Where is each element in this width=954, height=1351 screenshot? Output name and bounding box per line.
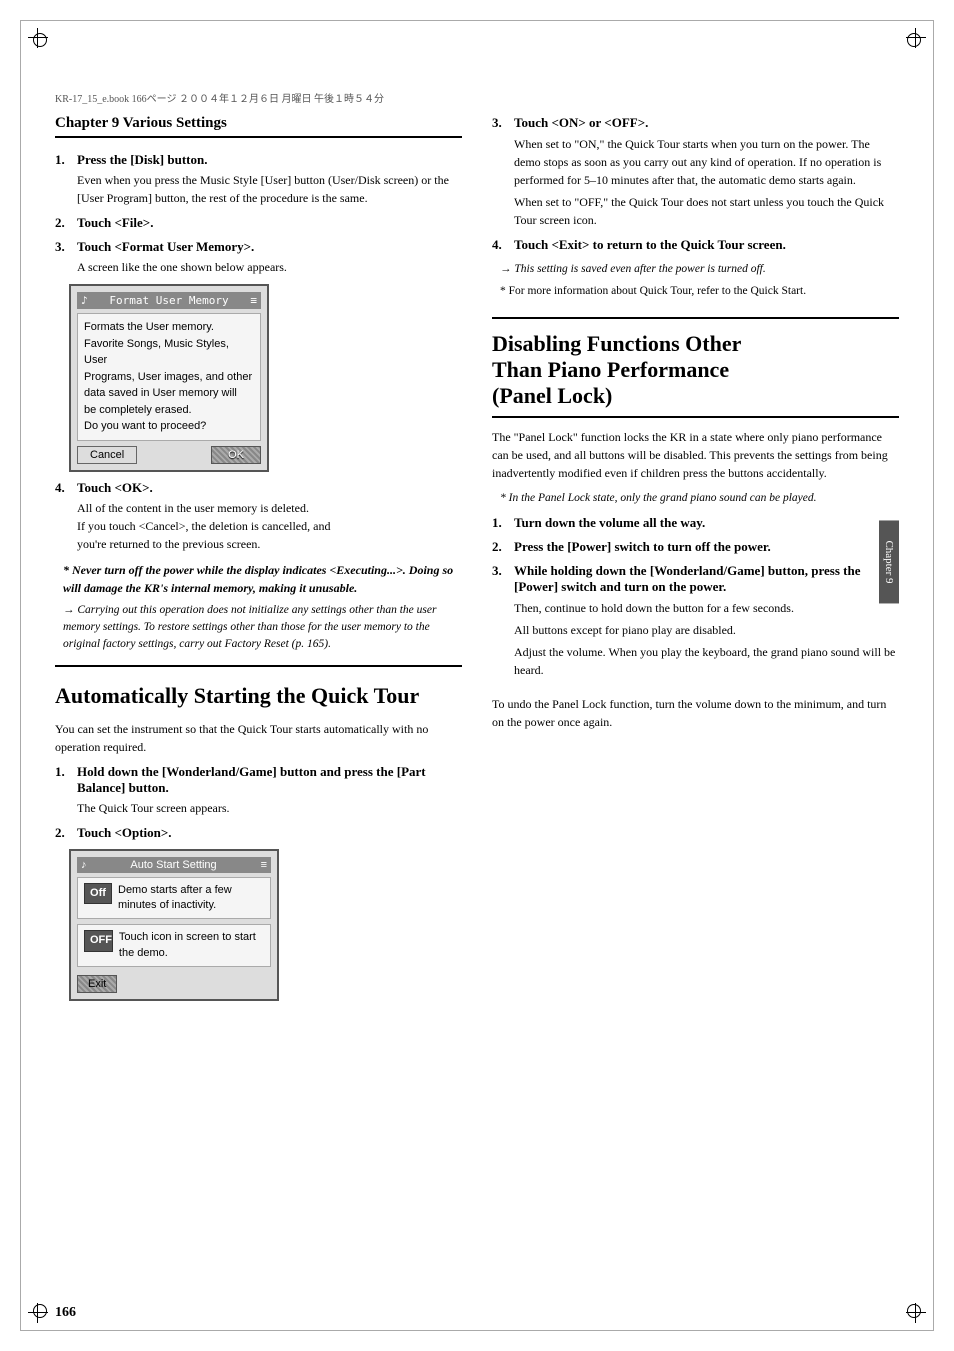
r-step-4-label: Touch <Exit> to return to the Quick Tour… [514, 237, 786, 252]
step-1-body: Even when you press the Music Style [Use… [77, 171, 462, 207]
screen2-row2-text: Touch icon in screen to start the demo. [119, 930, 264, 961]
r-step-3-body1: When set to "ON," the Quick Tour starts … [514, 135, 899, 189]
step-2-content: Touch <File>. [77, 215, 462, 231]
r-step-pl2-num: 2. [492, 539, 510, 555]
r-step-4: 4. Touch <Exit> to return to the Quick T… [492, 237, 899, 253]
r-step-4-num: 4. [492, 237, 510, 253]
step-3-content: Touch <Format User Memory>. A screen lik… [77, 239, 462, 276]
exit-button[interactable]: Exit [77, 975, 117, 993]
step-1: 1. Press the [Disk] button. Even when yo… [55, 152, 462, 207]
screen-mockup-1: ♪ Format User Memory ≡ Formats the User … [69, 284, 269, 472]
step-2: 2. Touch <File>. [55, 215, 462, 231]
step-3: 3. Touch <Format User Memory>. A screen … [55, 239, 462, 276]
screen-title-bar-1: ♪ Format User Memory ≡ [77, 292, 261, 309]
cancel-button[interactable]: Cancel [77, 446, 137, 464]
step-4: 4. Touch <OK>. All of the content in the… [55, 480, 462, 553]
r-step-4-content: Touch <Exit> to return to the Quick Tour… [514, 237, 899, 253]
screen-mockup-2: ♪ Auto Start Setting ≡ Off Demo starts a… [69, 849, 279, 1002]
note-bold: Never turn off the power while the displ… [63, 561, 462, 597]
panel-lock-note: In the Panel Lock state, only the grand … [500, 490, 899, 507]
step-b2: 2. Touch <Option>. [55, 825, 462, 841]
step-4-num: 4. [55, 480, 73, 553]
r-step-pl2-content: Press the [Power] switch to turn off the… [514, 539, 899, 555]
r-note-arrow: This setting is saved even after the pow… [500, 261, 899, 278]
r-step-pl1-label: Turn down the volume all the way. [514, 515, 705, 530]
step-3-body: A screen like the one shown below appear… [77, 258, 462, 276]
note-arrow-left: Carrying out this operation does not ini… [63, 602, 462, 654]
r-step-pl2-label: Press the [Power] switch to turn off the… [514, 539, 771, 554]
panel-lock-intro: The "Panel Lock" function locks the KR i… [492, 428, 899, 482]
step-b1-num: 1. [55, 764, 73, 817]
r-step-pl3-content: While holding down the [Wonderland/Game]… [514, 563, 899, 679]
left-column: Chapter 9 Various Settings 1. Press the … [55, 115, 462, 1009]
step-1-content: Press the [Disk] button. Even when you p… [77, 152, 462, 207]
chapter-heading: Chapter 9 Various Settings [55, 115, 462, 138]
screen2-row1-text: Demo starts after a few minutes of inact… [118, 883, 264, 914]
screen-1-icon-right: ≡ [250, 294, 257, 307]
step-2-num: 2. [55, 215, 73, 231]
columns: Chapter 9 Various Settings 1. Press the … [55, 115, 899, 1009]
page-number: 166 [55, 1305, 76, 1321]
screen-2-title: Auto Start Setting [130, 859, 216, 871]
file-header: KR-17_15_e.book 166ページ ２００４年１２月６日 月曜日 午後… [55, 90, 899, 105]
r-note-star: For more information about Quick Tour, r… [500, 283, 899, 300]
r-step-pl3-body1: Then, continue to hold down the button f… [514, 599, 899, 617]
step-b2-num: 2. [55, 825, 73, 841]
r-step-3-content: Touch <ON> or <OFF>. When set to "ON," t… [514, 115, 899, 229]
r-step-3-body2: When set to "OFF," the Quick Tour does n… [514, 193, 899, 229]
r-step-pl3-body2: All buttons except for piano play are di… [514, 621, 899, 639]
chapter-tab: Chapter 9 [879, 521, 899, 604]
step-b1-label: Hold down the [Wonderland/Game] button a… [77, 764, 426, 795]
screen2-row-2: OFF Touch icon in screen to start the de… [77, 924, 271, 967]
r-step-pl3: 3. While holding down the [Wonderland/Ga… [492, 563, 899, 679]
auto-start-section-title: Automatically Starting the Quick Tour [55, 683, 462, 709]
r-step-pl2: 2. Press the [Power] switch to turn off … [492, 539, 899, 555]
r-step-pl1: 1. Turn down the volume all the way. [492, 515, 899, 531]
step-b2-content: Touch <Option>. [77, 825, 462, 841]
screen-2-icon-right: ≡ [261, 859, 267, 871]
screen2-row-1: Off Demo starts after a few minutes of i… [77, 877, 271, 920]
section-divider-2 [492, 317, 899, 319]
r-step-pl1-num: 1. [492, 515, 510, 531]
right-column: Chapter 9 3. Touch <ON> or <OFF>. When s… [492, 115, 899, 1009]
step-4-content: Touch <OK>. All of the content in the us… [77, 480, 462, 553]
ok-button[interactable]: OK [211, 446, 261, 464]
step-2-label: Touch <File>. [77, 215, 153, 230]
screen-1-body-text: Formats the User memory.Favorite Songs, … [84, 319, 254, 435]
screen-1-icon-left: ♪ [81, 294, 88, 307]
screen-title-bar-2: ♪ Auto Start Setting ≡ [77, 857, 271, 873]
section-divider-1 [55, 665, 462, 667]
auto-start-intro: You can set the instrument so that the Q… [55, 720, 462, 756]
r-step-pl3-num: 3. [492, 563, 510, 679]
step-b2-label: Touch <Option>. [77, 825, 172, 840]
r-step-3-num: 3. [492, 115, 510, 229]
screen2-btn-off1[interactable]: Off [84, 883, 112, 904]
screen-2-icon-left: ♪ [81, 859, 87, 871]
screen-1-title: Format User Memory [109, 294, 228, 307]
r-step-3: 3. Touch <ON> or <OFF>. When set to "ON,… [492, 115, 899, 229]
panel-lock-title: Disabling Functions Other Than Piano Per… [492, 331, 899, 418]
panel-lock-footer: To undo the Panel Lock function, turn th… [492, 695, 899, 731]
screen-1-buttons: Cancel OK [77, 446, 261, 464]
screen2-btn-off2[interactable]: OFF [84, 930, 113, 951]
r-step-3-label: Touch <ON> or <OFF>. [514, 115, 648, 130]
step-3-label: Touch <Format User Memory>. [77, 239, 254, 254]
r-step-pl3-body3: Adjust the volume. When you play the key… [514, 643, 899, 679]
step-b1-content: Hold down the [Wonderland/Game] button a… [77, 764, 462, 817]
r-step-pl1-content: Turn down the volume all the way. [514, 515, 899, 531]
step-b1-body: The Quick Tour screen appears. [77, 799, 462, 817]
step-1-num: 1. [55, 152, 73, 207]
screen-1-body: Formats the User memory.Favorite Songs, … [77, 313, 261, 441]
step-4-label: Touch <OK>. [77, 480, 153, 495]
step-b1: 1. Hold down the [Wonderland/Game] butto… [55, 764, 462, 817]
step-4-body: All of the content in the user memory is… [77, 499, 462, 553]
r-step-pl3-label: While holding down the [Wonderland/Game]… [514, 563, 860, 594]
step-3-num: 3. [55, 239, 73, 276]
step-1-label: Press the [Disk] button. [77, 152, 208, 167]
page-content: KR-17_15_e.book 166ページ ２００４年１２月６日 月曜日 午後… [55, 90, 899, 1296]
